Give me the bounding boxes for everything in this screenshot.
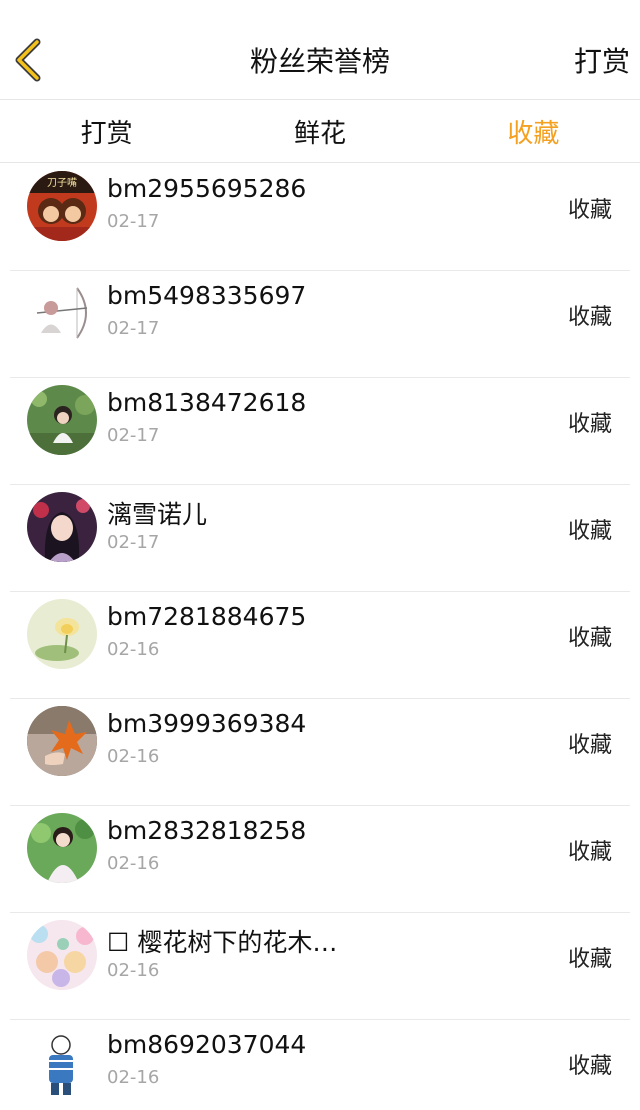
fan-name: bm5498335697: [107, 281, 307, 310]
list-item[interactable]: bm2832818258 02-16 收藏: [10, 806, 630, 913]
page-title: 粉丝荣誉榜: [249, 45, 390, 78]
lotus-painting-avatar-icon: [27, 599, 97, 669]
boy-cartoon-avatar-icon: [27, 1027, 97, 1097]
fan-date: 02-17: [107, 211, 160, 232]
list-item[interactable]: 刀子嘴 bm2955695286 02-17 收藏: [10, 164, 630, 271]
tab-favorites[interactable]: 收藏: [427, 101, 640, 162]
list-item[interactable]: bm3999369384 02-16 收藏: [10, 699, 630, 806]
avatar: 刀子嘴: [27, 171, 97, 241]
fan-name: bm3999369384: [107, 709, 307, 738]
avatar: [27, 920, 97, 990]
girl-in-garden-avatar-icon: [27, 385, 97, 455]
svg-text:刀子嘴: 刀子嘴: [47, 177, 77, 189]
archer-sketch-avatar-icon: [27, 278, 97, 348]
fan-name: 漓雪诺儿: [107, 500, 208, 529]
tab-bar: 打赏 鲜花 收藏: [0, 101, 640, 163]
fan-date: 02-16: [107, 853, 160, 874]
tab-reward[interactable]: 打赏: [0, 101, 213, 162]
fan-date: 02-16: [107, 960, 160, 981]
fan-name: bm7281884675: [107, 602, 307, 631]
cartoon-kids-avatar-icon: 刀子嘴: [27, 171, 97, 241]
fan-date: 02-17: [107, 318, 160, 339]
fan-action-label: 收藏: [567, 198, 612, 223]
avatar: [27, 385, 97, 455]
list-item[interactable]: bm8138472618 02-17 收藏: [10, 378, 630, 485]
fan-list: 刀子嘴 bm2955695286 02-17 收藏 bm5498335697 0…: [0, 164, 640, 1110]
fan-action-label: 收藏: [567, 733, 612, 758]
fan-action-label: 收藏: [567, 947, 612, 972]
fan-action-label: 收藏: [567, 412, 612, 437]
fan-name: bm2955695286: [107, 174, 307, 203]
list-item[interactable]: bm5498335697 02-17 收藏: [10, 271, 630, 378]
anime-girl-avatar-icon: [27, 492, 97, 562]
nav-bar: 粉丝荣誉榜 打赏: [0, 0, 640, 100]
maple-leaf-hand-avatar-icon: [27, 706, 97, 776]
reward-button[interactable]: 打赏: [574, 40, 630, 80]
avatar: [27, 278, 97, 348]
fan-date: 02-16: [107, 639, 160, 660]
fan-action-label: 收藏: [567, 519, 612, 544]
list-item[interactable]: 漓雪诺儿 02-17 收藏: [10, 485, 630, 592]
fan-action-label: 收藏: [567, 1054, 612, 1079]
fan-date: 02-17: [107, 425, 160, 446]
girl-in-white-avatar-icon: [27, 813, 97, 883]
pastel-anime-avatar-icon: [27, 920, 97, 990]
list-item[interactable]: ☐ 樱花树下的花木… 02-16 收藏: [10, 913, 630, 1020]
avatar: [27, 492, 97, 562]
fan-name: bm8138472618: [107, 388, 307, 417]
fan-name: ☐ 樱花树下的花木…: [107, 928, 338, 957]
fan-date: 02-16: [107, 746, 160, 767]
avatar: [27, 1027, 97, 1097]
list-item[interactable]: bm8692037044 02-16 收藏: [10, 1020, 630, 1110]
avatar: [27, 599, 97, 669]
fan-action-label: 收藏: [567, 305, 612, 330]
fan-name: bm2832818258: [107, 816, 307, 845]
avatar: [27, 813, 97, 883]
avatar: [27, 706, 97, 776]
fan-action-label: 收藏: [567, 840, 612, 865]
list-item[interactable]: bm7281884675 02-16 收藏: [10, 592, 630, 699]
fan-date: 02-16: [107, 1067, 160, 1088]
fan-action-label: 收藏: [567, 626, 612, 651]
fan-date: 02-17: [107, 532, 160, 553]
fan-name: bm8692037044: [107, 1030, 307, 1059]
tab-flowers[interactable]: 鲜花: [213, 101, 426, 162]
